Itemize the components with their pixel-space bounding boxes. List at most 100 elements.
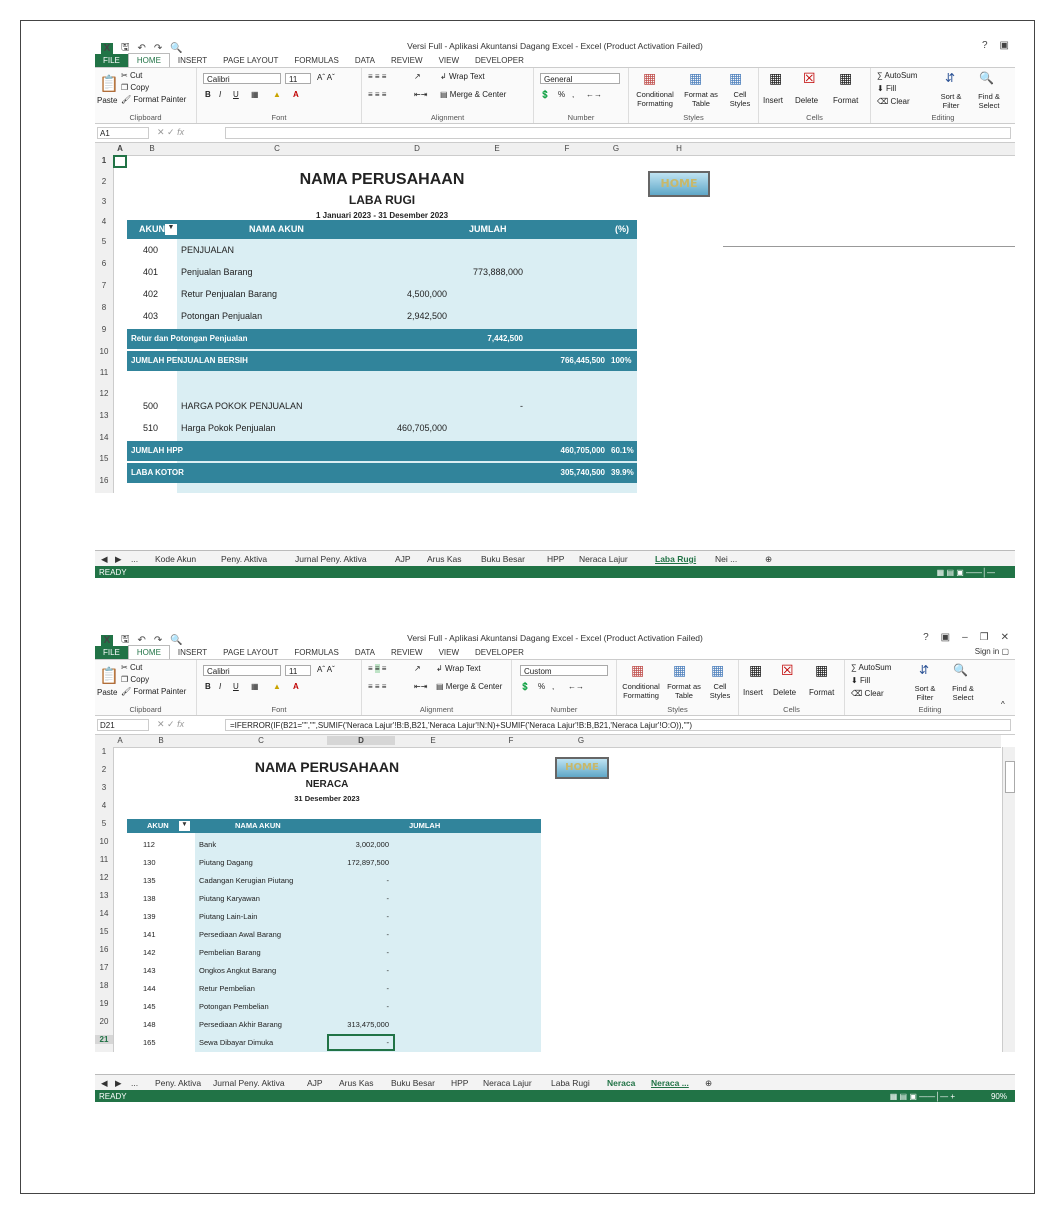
- fill-button[interactable]: ⬇ Fill: [851, 676, 870, 685]
- column-header[interactable]: A: [113, 736, 127, 745]
- formula-input[interactable]: [225, 127, 1011, 139]
- merge-center-button[interactable]: ▤ Merge & Center: [436, 682, 502, 691]
- sheet-tab[interactable]: HPP: [451, 1078, 468, 1088]
- sheet-tab[interactable]: HPP: [547, 554, 564, 564]
- row-header[interactable]: 17: [95, 963, 113, 972]
- sheet-tab[interactable]: Neraca Lajur: [579, 554, 628, 564]
- grow-font-icon[interactable]: Aˆ Aˇ: [317, 73, 335, 82]
- vertical-scrollbar[interactable]: [1002, 747, 1015, 1052]
- tab-page-layout[interactable]: PAGE LAYOUT: [215, 54, 286, 67]
- sheet-tab[interactable]: Buku Besar: [481, 554, 525, 564]
- font-name-combo[interactable]: Calibri: [203, 73, 281, 84]
- format-cells-icon[interactable]: ▦: [839, 70, 852, 87]
- delete-button[interactable]: Delete: [795, 96, 818, 105]
- row-header[interactable]: 21: [95, 1035, 113, 1044]
- conditional-formatting-button[interactable]: Conditional Formatting: [631, 90, 679, 108]
- home-button[interactable]: HOME: [555, 757, 609, 779]
- cut-button[interactable]: ✂ Cut: [121, 663, 142, 672]
- find-select-button[interactable]: Find & Select: [969, 92, 1009, 110]
- scroll-right-icon[interactable]: ▶: [115, 1078, 122, 1089]
- name-box[interactable]: D21: [97, 719, 149, 731]
- column-header[interactable]: E: [457, 144, 537, 153]
- fill-color-icon[interactable]: ▲: [273, 90, 281, 99]
- ribbon-display-icon[interactable]: ▣: [1000, 40, 1009, 51]
- tab-home[interactable]: HOME: [127, 53, 170, 67]
- column-header[interactable]: C: [177, 144, 377, 153]
- tab-insert[interactable]: INSERT: [170, 646, 215, 659]
- scroll-right-icon[interactable]: ▶: [115, 554, 122, 565]
- bold-button[interactable]: B: [205, 682, 211, 691]
- column-header[interactable]: B: [127, 144, 177, 153]
- sign-in-link[interactable]: Sign in ▢: [975, 647, 1009, 656]
- new-sheet-icon[interactable]: ⊕: [705, 1078, 712, 1089]
- row-header[interactable]: 11: [95, 368, 113, 377]
- copy-button[interactable]: ❐ Copy: [121, 83, 149, 92]
- sort-filter-button[interactable]: Sort & Filter: [907, 684, 943, 702]
- fill-color-icon[interactable]: ▲: [273, 682, 281, 691]
- currency-icon[interactable]: 💲: [540, 90, 550, 99]
- percent-button[interactable]: %: [558, 90, 565, 99]
- column-header[interactable]: D: [327, 736, 395, 745]
- row-header[interactable]: 10: [95, 837, 113, 846]
- merge-center-button[interactable]: ▤ Merge & Center: [440, 90, 506, 99]
- sheet-tab-more[interactable]: ...: [131, 554, 138, 564]
- selected-cell[interactable]: [327, 1034, 395, 1051]
- row-header[interactable]: 1: [95, 156, 113, 165]
- tab-developer[interactable]: DEVELOPER: [467, 54, 532, 67]
- sheet-tab-active[interactable]: Neraca ...: [651, 1078, 689, 1088]
- sheet-tab[interactable]: Laba Rugi: [551, 1078, 590, 1088]
- row-header[interactable]: 10: [95, 347, 113, 356]
- border-icon[interactable]: ▦: [251, 682, 259, 691]
- view-buttons[interactable]: ▦ ▤ ▣ ——│—: [937, 568, 995, 577]
- sheet-tab[interactable]: Jurnal Peny. Aktiva: [295, 554, 367, 564]
- sheet-tab[interactable]: Neraca Lajur: [483, 1078, 532, 1088]
- sheet-tab[interactable]: Buku Besar: [391, 1078, 435, 1088]
- row-header[interactable]: 16: [95, 945, 113, 954]
- row-header[interactable]: 1: [95, 747, 113, 756]
- tab-file[interactable]: FILE: [95, 646, 128, 659]
- align-left-icon[interactable]: ≡ ≡ ≡: [368, 90, 386, 99]
- zoom-level[interactable]: 90%: [991, 1092, 1007, 1101]
- binoculars-icon[interactable]: 🔍: [979, 71, 994, 85]
- row-header[interactable]: 19: [95, 999, 113, 1008]
- help-button[interactable]: ?: [982, 40, 988, 51]
- font-size-combo[interactable]: 11: [285, 665, 311, 676]
- paste-icon[interactable]: 📋: [99, 666, 119, 686]
- tab-home[interactable]: HOME: [127, 645, 170, 659]
- column-header[interactable]: B: [127, 736, 195, 745]
- formula-input[interactable]: =IFERROR(IF(B21="","",SUMIF('Neraca Laju…: [225, 719, 1011, 731]
- delete-cells-icon[interactable]: ☒: [781, 662, 794, 679]
- orientation-icon[interactable]: ↗: [414, 72, 421, 81]
- autosum-button[interactable]: ∑ AutoSum: [877, 71, 917, 80]
- row-header[interactable]: 2: [95, 765, 113, 774]
- underline-button[interactable]: U: [233, 682, 239, 691]
- format-painter-button[interactable]: 🖌 Format Painter: [121, 687, 186, 696]
- row-header[interactable]: 16: [95, 476, 113, 485]
- filter-dropdown-icon[interactable]: ▼: [165, 224, 177, 235]
- column-header[interactable]: H: [635, 144, 723, 153]
- tab-page-layout[interactable]: PAGE LAYOUT: [215, 646, 286, 659]
- column-header[interactable]: G: [551, 736, 611, 745]
- column-header[interactable]: D: [377, 144, 457, 153]
- cell-styles-button[interactable]: Cell Styles: [723, 90, 757, 108]
- indent-icon[interactable]: ⇤⇥: [414, 682, 427, 691]
- conditional-formatting-icon[interactable]: ▦: [631, 662, 644, 679]
- format-button[interactable]: Format: [833, 96, 858, 105]
- sort-filter-icon[interactable]: ⇵: [945, 71, 955, 85]
- italic-button[interactable]: I: [219, 90, 221, 99]
- comma-button[interactable]: ,: [572, 90, 574, 99]
- scroll-left-icon[interactable]: ◀: [101, 1078, 108, 1089]
- restore-icon[interactable]: ❐: [980, 632, 989, 643]
- tab-insert[interactable]: INSERT: [170, 54, 215, 67]
- column-header[interactable]: G: [597, 144, 635, 153]
- paste-button[interactable]: Paste: [97, 96, 117, 105]
- tab-data[interactable]: DATA: [347, 54, 383, 67]
- name-box[interactable]: A1: [97, 127, 149, 139]
- filter-dropdown-icon[interactable]: ▼: [179, 821, 190, 831]
- tab-formulas[interactable]: FORMULAS: [286, 54, 346, 67]
- comma-button[interactable]: ,: [552, 682, 554, 691]
- row-header[interactable]: 20: [95, 1017, 113, 1026]
- fill-button[interactable]: ⬇ Fill: [877, 84, 896, 93]
- font-color-icon[interactable]: A: [293, 682, 299, 691]
- sheet-tab-active[interactable]: Laba Rugi: [655, 554, 696, 564]
